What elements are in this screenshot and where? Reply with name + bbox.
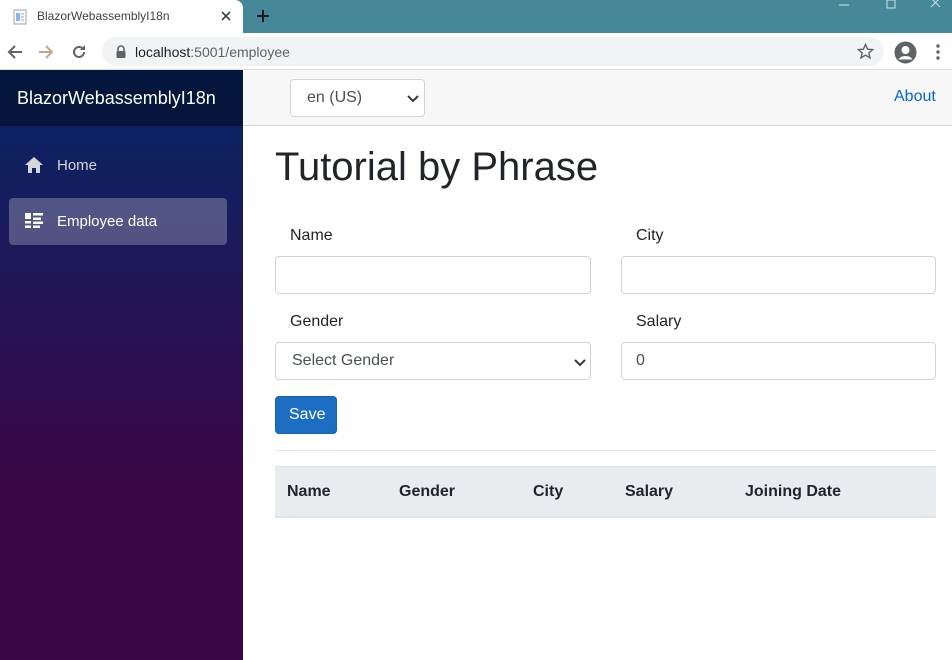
url-host: localhost bbox=[135, 44, 191, 60]
browser-toolbar: localhost:5001/employee bbox=[0, 33, 952, 70]
chevron-down-icon bbox=[574, 359, 586, 367]
gender-label: Gender bbox=[290, 313, 344, 330]
column-header-salary: Salary bbox=[625, 483, 674, 500]
employee-table-header: Name Gender City Salary Joining Date bbox=[275, 466, 936, 518]
salary-input[interactable]: 0 bbox=[621, 342, 936, 380]
name-label: Name bbox=[290, 227, 333, 244]
list-icon bbox=[25, 213, 43, 228]
sidebar-item-employee-data[interactable]: Employee data bbox=[9, 198, 227, 245]
page-title: Tutorial by Phrase bbox=[275, 145, 599, 189]
new-tab-icon[interactable] bbox=[255, 8, 271, 24]
column-header-gender: Gender bbox=[399, 483, 456, 500]
browser-tab-strip: BlazorWebassemblyI18n bbox=[0, 0, 952, 33]
app-brand[interactable]: BlazorWebassemblyI18n bbox=[17, 88, 216, 109]
column-header-city: City bbox=[533, 483, 564, 500]
top-row: en (US) About bbox=[243, 70, 952, 126]
reload-icon[interactable] bbox=[70, 43, 88, 61]
sidebar-item-label: Home bbox=[57, 157, 98, 174]
divider bbox=[275, 450, 936, 451]
sidebar-item-label: Employee data bbox=[57, 213, 158, 230]
profile-avatar-icon[interactable] bbox=[894, 41, 917, 64]
column-header-joining-date: Joining Date bbox=[745, 483, 842, 500]
close-window-icon[interactable] bbox=[928, 0, 944, 10]
save-button[interactable]: Save bbox=[275, 396, 337, 434]
browser-menu-icon[interactable] bbox=[934, 43, 942, 61]
minimize-window-icon[interactable] bbox=[837, 0, 851, 10]
forward-arrow-icon[interactable] bbox=[37, 43, 55, 61]
gender-select[interactable]: Select Gender bbox=[275, 342, 591, 380]
city-input[interactable] bbox=[621, 256, 936, 294]
name-input[interactable] bbox=[275, 256, 591, 294]
salary-input-value: 0 bbox=[636, 352, 645, 369]
home-icon bbox=[25, 157, 43, 173]
url-path: :5001/employee bbox=[190, 44, 290, 60]
url-text[interactable]: localhost:5001/employee bbox=[135, 44, 290, 60]
tab-title: BlazorWebassemblyI18n bbox=[37, 9, 170, 23]
sidebar: BlazorWebassemblyI18n Home Employee data bbox=[0, 70, 243, 660]
language-select[interactable]: en (US) bbox=[290, 79, 425, 117]
address-bar[interactable]: localhost:5001/employee bbox=[102, 37, 884, 66]
brand-bar: BlazorWebassemblyI18n bbox=[0, 70, 243, 126]
bookmark-star-icon[interactable] bbox=[857, 43, 874, 60]
city-label: City bbox=[636, 227, 664, 244]
salary-label: Salary bbox=[636, 313, 682, 330]
sidebar-item-home[interactable]: Home bbox=[9, 142, 227, 189]
chevron-down-icon bbox=[407, 95, 419, 103]
save-button-label: Save bbox=[289, 406, 326, 423]
back-arrow-icon[interactable] bbox=[6, 43, 24, 61]
about-link[interactable]: About bbox=[894, 88, 936, 106]
language-select-value: en (US) bbox=[307, 89, 363, 106]
close-tab-icon[interactable] bbox=[219, 9, 233, 23]
gender-select-value: Select Gender bbox=[292, 352, 395, 369]
maximize-window-icon[interactable] bbox=[884, 0, 898, 10]
lock-icon[interactable] bbox=[115, 45, 127, 58]
browser-tab[interactable]: BlazorWebassemblyI18n bbox=[0, 0, 243, 33]
column-header-name: Name bbox=[287, 483, 331, 500]
page-favicon-icon bbox=[13, 9, 27, 25]
